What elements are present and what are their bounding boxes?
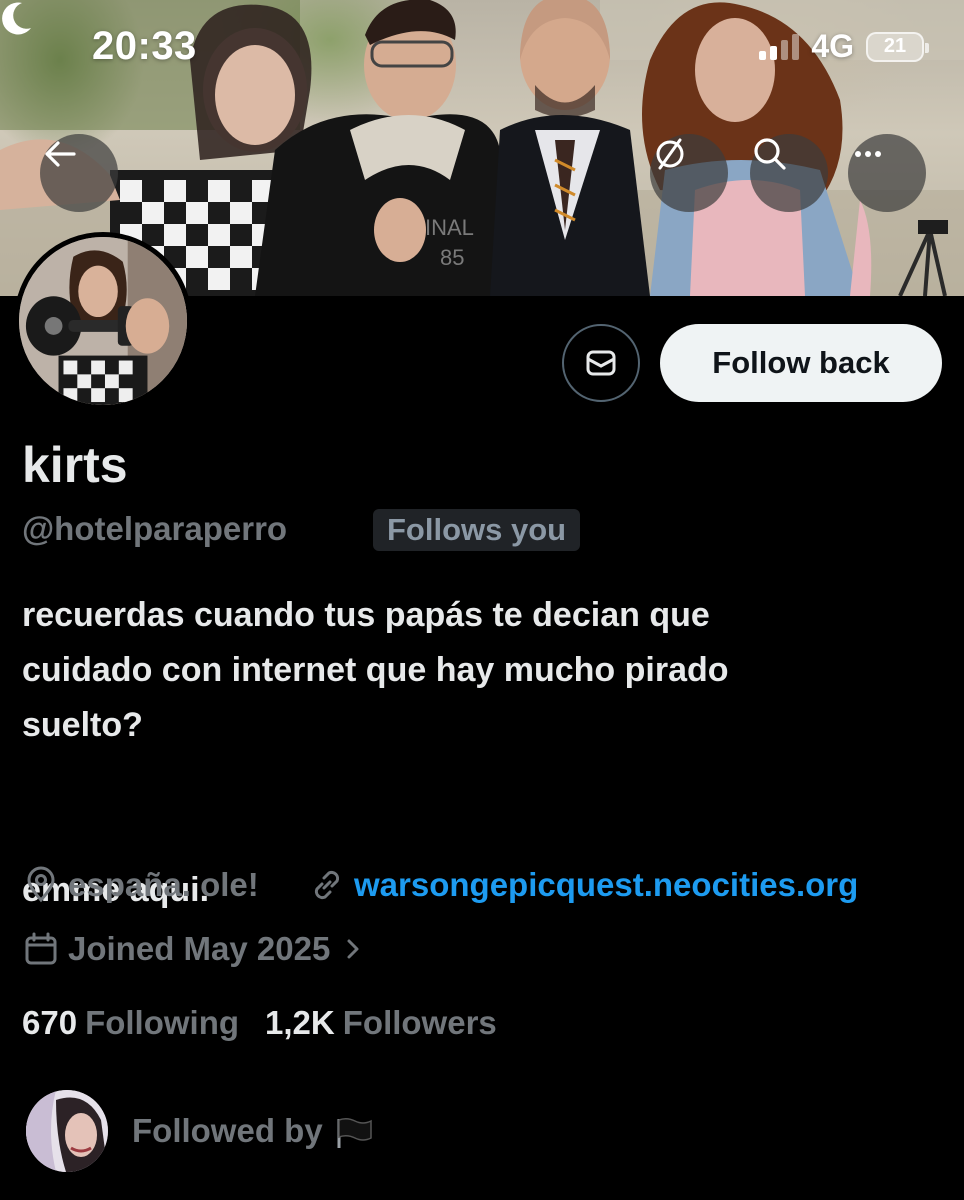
more-button[interactable] [848,134,926,212]
follow-stats: 670 Following 1,2K Followers [22,1004,497,1042]
followers-label: Followers [342,1004,497,1041]
search-button[interactable] [750,134,828,212]
cellular-signal-icon [759,33,800,60]
svg-text:INAL: INAL [425,215,474,240]
black-flag-icon [337,1118,372,1149]
following-stat[interactable]: 670 Following [22,1004,239,1042]
chevron-right-icon [347,939,359,959]
website-link[interactable]: warsongepicquest.neocities.org [354,866,858,904]
profile-avatar[interactable] [14,232,192,410]
follower-avatar-photo [26,1090,108,1172]
followed-by-row[interactable]: Followed by [26,1090,373,1172]
display-name: kirts [22,437,128,493]
location-pin-icon [27,866,55,903]
follows-you-badge: Follows you [373,509,581,551]
grok-button[interactable] [650,134,728,212]
message-button[interactable] [562,324,640,402]
more-icon [855,151,881,157]
following-count: 670 [22,1004,78,1041]
following-label: Following [85,1004,240,1041]
network-type: 4G [811,28,854,64]
envelope-icon [586,350,616,376]
followers-stat[interactable]: 1,2K Followers [265,1004,497,1042]
svg-text:85: 85 [440,245,464,270]
location-row: españa. ole! [22,866,259,904]
follower-avatar [26,1090,108,1172]
battery-icon: 21 [866,31,929,62]
avatar-photo [19,237,187,405]
battery-level: 21 [883,35,907,57]
location-text: españa. ole! [68,866,259,903]
back-arrow-icon [45,141,76,167]
joined-row[interactable]: Joined May 2025 [22,930,374,968]
link-icon [314,870,340,900]
status-indicators: 4G 21 [759,28,929,65]
followed-by-label: Followed by [132,1111,323,1149]
website-row[interactable]: warsongepicquest.neocities.org [308,866,858,904]
username-handle: @hotelparaperro [22,510,288,547]
followers-count: 1,2K [265,1004,335,1041]
grok-icon [656,138,684,170]
back-button[interactable] [40,134,118,212]
status-time: 20:33 [92,24,197,68]
do-not-disturb-moon-icon [2,2,32,35]
search-icon [754,138,786,170]
follow-back-button[interactable]: Follow back [660,324,942,402]
joined-date: Joined May 2025 [68,930,331,967]
calendar-icon [25,932,57,965]
